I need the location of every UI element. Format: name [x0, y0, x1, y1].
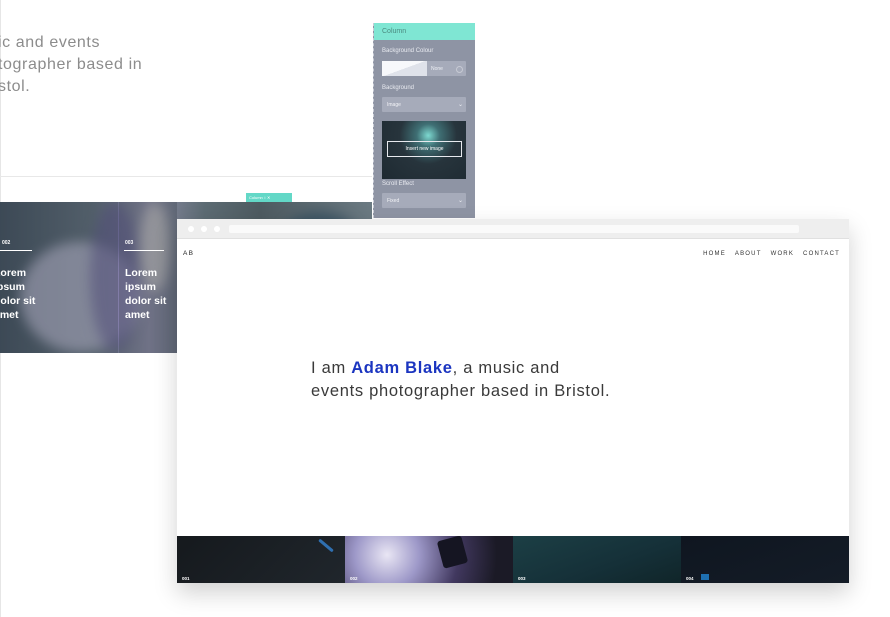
light-decoration — [701, 574, 709, 580]
nav-contact[interactable]: CONTACT — [803, 251, 840, 257]
nav-about[interactable]: ABOUT — [735, 251, 762, 257]
tile-underline — [124, 250, 164, 251]
browser-window: AB HOME ABOUT WORK CONTACT I am Adam Bla… — [177, 219, 849, 583]
colour-value: None — [431, 66, 443, 72]
divider — [0, 176, 372, 177]
window-dot-icon — [214, 226, 220, 232]
gallery-number: 002 — [350, 576, 358, 581]
background-colour-label: Background Colour — [382, 48, 434, 54]
tile-caption: Lorem ipsum dolor sit amet — [0, 267, 36, 321]
insert-image-button[interactable]: Insert new image — [387, 141, 462, 157]
site-nav: HOME ABOUT WORK CONTACT — [703, 251, 840, 257]
scroll-effect-label: Scroll Effect — [382, 181, 414, 187]
column-chip[interactable]: Column ↕ ✕ — [246, 193, 292, 202]
gallery-strip: 001 002 003 004 — [177, 536, 849, 583]
nav-work[interactable]: WORK — [771, 251, 794, 257]
tile-underline — [0, 250, 32, 251]
window-dot-icon — [188, 226, 194, 232]
colour-swatch[interactable] — [382, 61, 427, 76]
chevron-down-icon: ⌄ — [458, 198, 464, 204]
hero-intro: I am Adam Blake, a music and events phot… — [311, 357, 611, 403]
column-settings-panel: Column Background Colour None Background… — [373, 23, 475, 218]
chevron-down-icon: ⌄ — [458, 102, 464, 108]
browser-chrome — [177, 219, 849, 239]
gallery-tile[interactable]: 003 — [513, 536, 681, 583]
column-chip-label: Column — [249, 195, 263, 200]
gallery-number: 001 — [182, 576, 190, 581]
clear-colour-icon[interactable] — [456, 66, 463, 73]
gallery-tile[interactable]: 001 — [177, 536, 345, 583]
background-intro-text: ic and events tographer based in stol. — [0, 34, 143, 95]
tile-number: 002 — [2, 240, 11, 246]
panel-title: Column — [374, 23, 475, 40]
tile-caption: Lorem ipsum dolor sit amet — [125, 267, 167, 321]
background-type-value: Image — [387, 102, 401, 108]
intro-lead: I am — [311, 359, 352, 377]
window-dot-icon — [201, 226, 207, 232]
background-label: Background — [382, 85, 415, 91]
address-bar[interactable] — [229, 225, 799, 233]
nav-home[interactable]: HOME — [703, 251, 726, 257]
gallery-number: 004 — [686, 576, 694, 581]
gallery-tile[interactable]: 002 — [345, 536, 513, 583]
photographer-name: Adam Blake — [351, 359, 453, 377]
silhouette-decoration — [436, 536, 469, 569]
scroll-effect-value: Fixed — [387, 198, 400, 204]
stage-light-decoration — [318, 538, 334, 553]
site-logo[interactable]: AB — [183, 250, 194, 257]
gallery-tile[interactable]: 004 — [681, 536, 849, 583]
gallery-number: 003 — [518, 576, 526, 581]
tile-number: 003 — [125, 240, 134, 246]
